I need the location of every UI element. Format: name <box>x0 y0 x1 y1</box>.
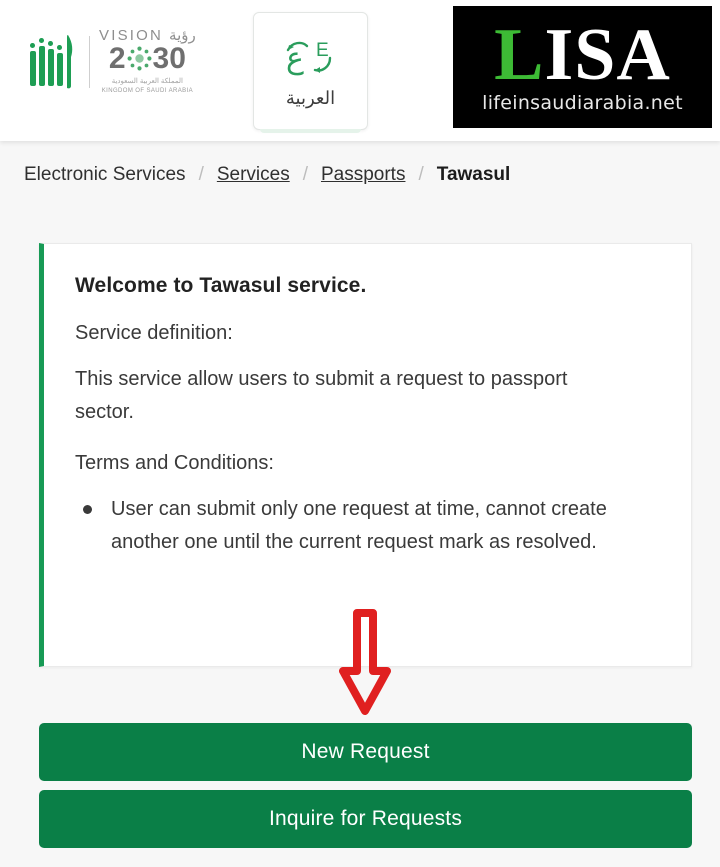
breadcrumb-item-electronic-services[interactable]: Electronic Services <box>24 164 186 186</box>
vision-kingdom-text: المملكة العربية السعودية KINGDOM OF SAUD… <box>102 77 193 97</box>
vision-kingdom-en: KINGDOM OF SAUDI ARABIA <box>101 88 193 95</box>
list-item: User can submit only one request at time… <box>75 493 655 559</box>
breadcrumb-item-tawasul: Tawasul <box>436 164 511 185</box>
vision-word-en: VISION <box>99 26 164 44</box>
card-title: Welcome to Tawasul service. <box>75 274 367 297</box>
service-definition-text: This service allow users to submit a req… <box>75 368 568 423</box>
svg-text:E: E <box>316 40 329 61</box>
lisa-wordmark: L ISA <box>494 13 671 96</box>
saudi-vision-emblem-icon <box>28 33 80 91</box>
lisa-url-text: lifeinsaudiarabia.net <box>482 92 683 115</box>
logo-divider <box>89 36 90 88</box>
terms-and-conditions-label: Terms and Conditions: <box>75 452 274 474</box>
vision-word-ar: رؤية <box>169 26 196 44</box>
breadcrumb-item-services[interactable]: Services <box>217 164 290 186</box>
language-swap-icon: ع E <box>280 34 342 82</box>
breadcrumb-separator: / <box>302 164 308 185</box>
language-switch-label: العربية <box>285 87 336 108</box>
service-definition-label: Service definition: <box>75 322 233 344</box>
lisa-letters-isa: ISA <box>544 13 671 96</box>
vision-2030-logo: VISION رؤية 2 30 المملكة العربية السعودي… <box>28 28 196 94</box>
language-switch-button[interactable]: ع E العربية <box>253 12 368 133</box>
lisa-logo: L ISA lifeinsaudiarabia.net <box>453 6 712 128</box>
site-header: VISION رؤية 2 30 المملكة العربية السعودي… <box>0 0 720 141</box>
new-request-button[interactable]: New Request <box>39 723 692 781</box>
palm-ornament-icon <box>127 46 152 71</box>
service-info-card: Welcome to Tawasul service. Service defi… <box>39 243 692 667</box>
breadcrumb-separator: / <box>198 164 204 185</box>
breadcrumb-separator: / <box>418 164 424 185</box>
lisa-letter-l: L <box>494 13 545 96</box>
vision-year-suffix: 30 <box>152 41 186 75</box>
inquire-for-requests-button[interactable]: Inquire for Requests <box>39 790 692 848</box>
vision-kingdom-ar: المملكة العربية السعودية <box>111 77 183 85</box>
terms-list: User can submit only one request at time… <box>75 493 661 559</box>
breadcrumb-item-passports[interactable]: Passports <box>321 164 405 186</box>
action-buttons: New Request Inquire for Requests <box>39 723 692 848</box>
breadcrumb: Electronic Services / Services / Passpor… <box>0 141 720 186</box>
vision-wordmark: VISION رؤية 2 30 المملكة العربية السعودي… <box>99 28 196 97</box>
vision-year-prefix: 2 <box>108 41 126 75</box>
vision-year: 2 30 <box>108 41 186 75</box>
